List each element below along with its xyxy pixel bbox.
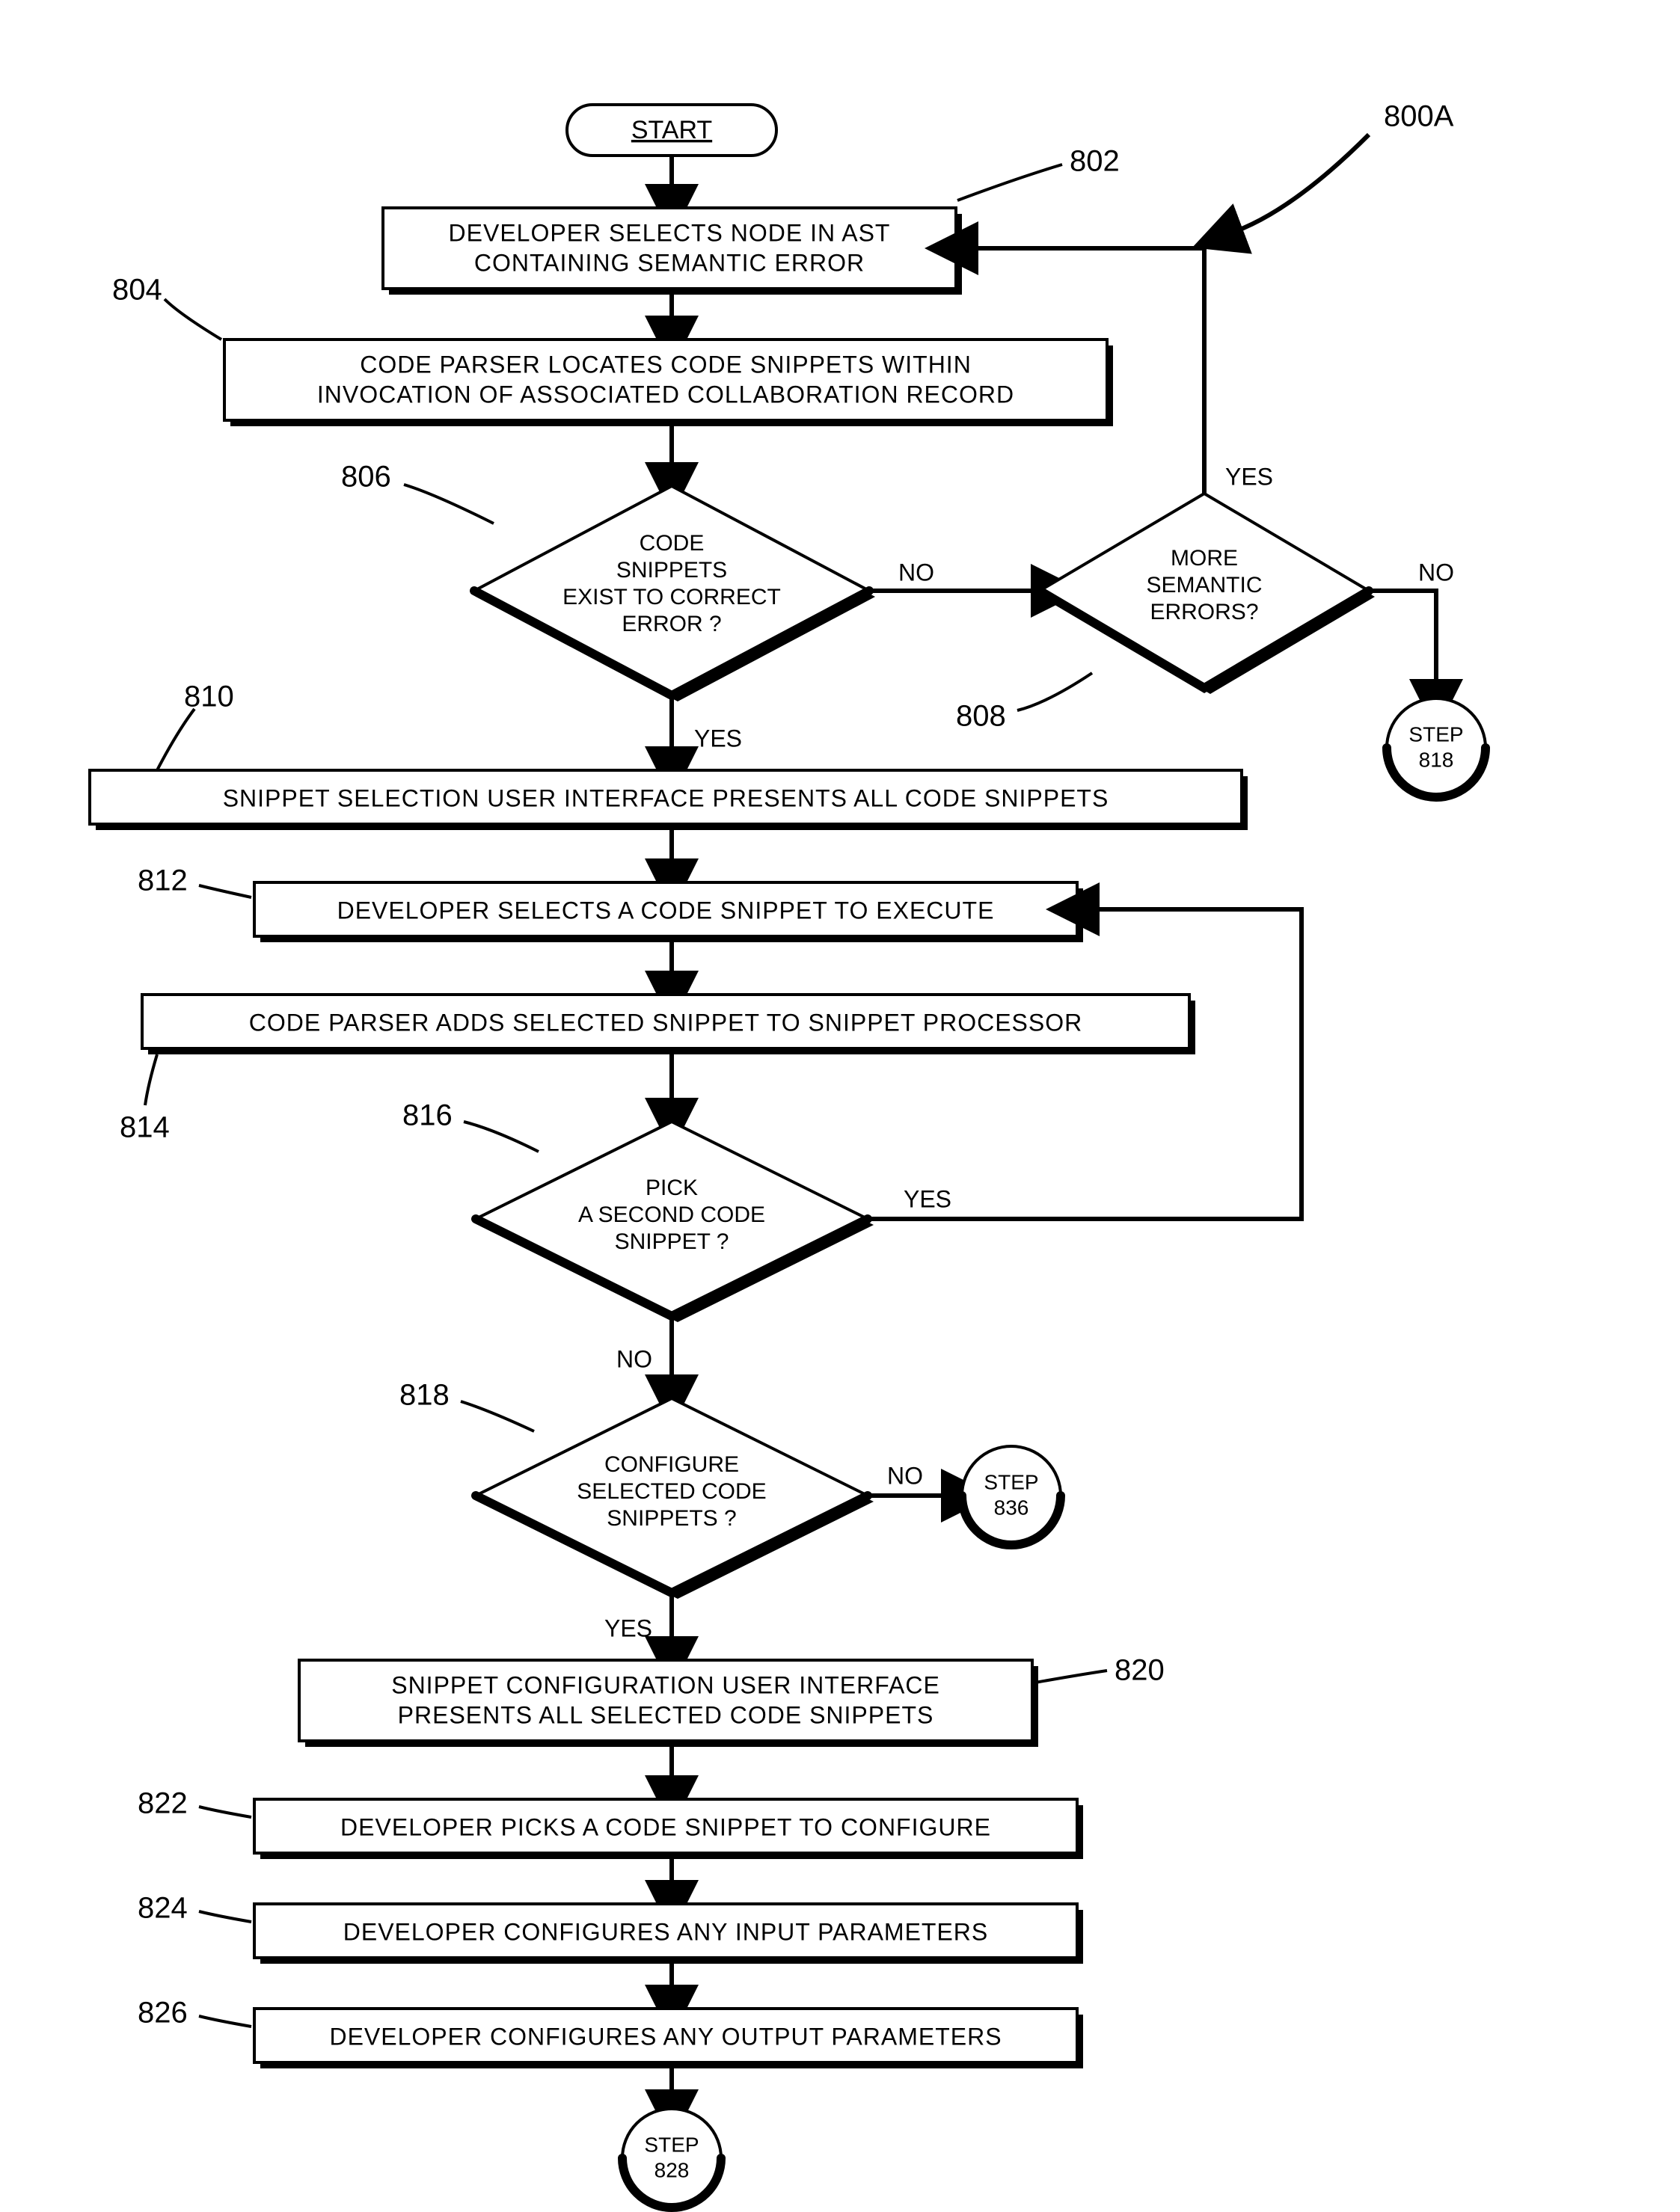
callout-822: 822	[138, 1787, 188, 1820]
svg-text:STEP: STEP	[984, 1470, 1038, 1493]
step-802: DEVELOPER SELECTS NODE IN AST CONTAINING…	[383, 208, 962, 295]
svg-text:STEP: STEP	[1408, 722, 1463, 746]
step-804: CODE PARSER LOCATES CODE SNIPPETS WITHIN…	[224, 340, 1113, 426]
callout-820: 820	[1115, 1654, 1165, 1687]
edge-818-yes: YES	[604, 1615, 652, 1641]
decision-818: CONFIGURE SELECTED CODE SNIPPETS ?	[476, 1398, 874, 1599]
svg-text:MORE: MORE	[1171, 546, 1238, 571]
decision-808: MORE SEMANTIC ERRORS?	[1040, 494, 1375, 694]
step-822: DEVELOPER PICKS A CODE SNIPPET TO CONFIG…	[254, 1799, 1083, 1859]
svg-text:CONFIGURE: CONFIGURE	[604, 1452, 739, 1477]
connector-step-836: STEP 836	[962, 1446, 1061, 1545]
callout-818: 818	[399, 1379, 450, 1412]
callout-806: 806	[341, 461, 391, 494]
callout-808: 808	[956, 700, 1006, 733]
callout-816: 816	[402, 1099, 453, 1132]
svg-text:836: 836	[994, 1496, 1029, 1519]
step-824: DEVELOPER CONFIGURES ANY INPUT PARAMETER…	[254, 1904, 1083, 1964]
edge-818-no: NO	[887, 1462, 923, 1489]
start-terminator: START	[567, 105, 776, 156]
step-826: DEVELOPER CONFIGURES ANY OUTPUT PARAMETE…	[254, 2009, 1083, 2068]
callout-802-line	[957, 165, 1062, 200]
edge-808-no: NO	[1418, 559, 1454, 586]
svg-text:A SECOND CODE: A SECOND CODE	[578, 1202, 765, 1227]
edge-808-yes: YES	[1225, 463, 1273, 490]
decision-816: PICK A SECOND CODE SNIPPET ?	[476, 1122, 874, 1322]
svg-text:SNIPPETS ?: SNIPPETS ?	[607, 1506, 736, 1531]
callout-814: 814	[120, 1111, 170, 1144]
svg-text:SNIPPETS: SNIPPETS	[616, 558, 727, 583]
svg-text:SNIPPET SELECTION USER INTERFA: SNIPPET SELECTION USER INTERFACE PRESENT…	[223, 784, 1109, 811]
edge-806-no: NO	[898, 559, 934, 586]
svg-text:DEVELOPER PICKS A CODE SNIPPET: DEVELOPER PICKS A CODE SNIPPET TO CONFIG…	[340, 1813, 991, 1840]
edge-816-yes: YES	[904, 1185, 951, 1212]
svg-text:CODE PARSER ADDS SELECTED SNIP: CODE PARSER ADDS SELECTED SNIPPET TO SNI…	[249, 1009, 1082, 1036]
callout-812: 812	[138, 864, 188, 897]
callout-826: 826	[138, 1997, 188, 2030]
svg-text:DEVELOPER SELECTS A CODE SNIPP: DEVELOPER SELECTS A CODE SNIPPET TO EXEC…	[337, 897, 995, 924]
svg-text:ERRORS?: ERRORS?	[1150, 600, 1258, 624]
svg-text:PRESENTS ALL SELECTED CODE SNI: PRESENTS ALL SELECTED CODE SNIPPETS	[398, 1701, 934, 1728]
svg-text:CONTAINING SEMANTIC ERROR: CONTAINING SEMANTIC ERROR	[474, 249, 865, 276]
svg-text:PICK: PICK	[646, 1176, 698, 1200]
svg-text:828: 828	[654, 2158, 690, 2181]
connector-step-818: STEP 818	[1387, 698, 1486, 797]
decision-806: CODE SNIPPETS EXIST TO CORRECT ERROR ?	[474, 486, 875, 701]
step-820: SNIPPET CONFIGURATION USER INTERFACE PRE…	[299, 1660, 1038, 1747]
svg-text:CODE: CODE	[640, 531, 705, 556]
svg-text:ERROR ?: ERROR ?	[622, 612, 721, 636]
figure-label-arrow	[1234, 135, 1369, 232]
svg-text:EXIST TO CORRECT: EXIST TO CORRECT	[562, 585, 781, 609]
callout-824: 824	[138, 1892, 188, 1925]
svg-text:INVOCATION OF ASSOCIATED COLLA: INVOCATION OF ASSOCIATED COLLABORATION R…	[317, 381, 1014, 408]
svg-text:SNIPPET ?: SNIPPET ?	[615, 1229, 729, 1254]
step-812: DEVELOPER SELECTS A CODE SNIPPET TO EXEC…	[254, 882, 1083, 942]
step-814: CODE PARSER ADDS SELECTED SNIPPET TO SNI…	[142, 995, 1195, 1054]
edge-806-yes: YES	[694, 725, 742, 752]
callout-804: 804	[112, 274, 162, 307]
svg-text:DEVELOPER CONFIGURES ANY INPUT: DEVELOPER CONFIGURES ANY INPUT PARAMETER…	[343, 1918, 989, 1945]
callout-802: 802	[1070, 145, 1120, 178]
svg-text:SEMANTIC: SEMANTIC	[1146, 573, 1262, 597]
flowchart: 800A START DEVELOPER SELECTS NODE IN AST…	[0, 0, 1680, 2212]
svg-text:CODE PARSER LOCATES CODE SNIPP: CODE PARSER LOCATES CODE SNIPPETS WITHIN	[360, 351, 972, 378]
svg-text:SELECTED CODE: SELECTED CODE	[577, 1479, 766, 1504]
svg-text:SNIPPET CONFIGURATION USER INT: SNIPPET CONFIGURATION USER INTERFACE	[391, 1671, 940, 1698]
callout-810: 810	[184, 681, 234, 713]
svg-text:STEP: STEP	[644, 2133, 699, 2156]
svg-text:DEVELOPER CONFIGURES ANY OUTPU: DEVELOPER CONFIGURES ANY OUTPUT PARAMETE…	[329, 2023, 1002, 2050]
svg-text:818: 818	[1419, 748, 1454, 771]
step-810: SNIPPET SELECTION USER INTERFACE PRESENT…	[90, 770, 1248, 830]
figure-label: 800A	[1384, 100, 1454, 133]
connector-step-828: STEP 828	[622, 2109, 721, 2208]
svg-text:DEVELOPER SELECTS NODE IN AST: DEVELOPER SELECTS NODE IN AST	[449, 219, 891, 246]
svg-text:START: START	[631, 116, 712, 144]
edge-816-no: NO	[616, 1345, 652, 1372]
